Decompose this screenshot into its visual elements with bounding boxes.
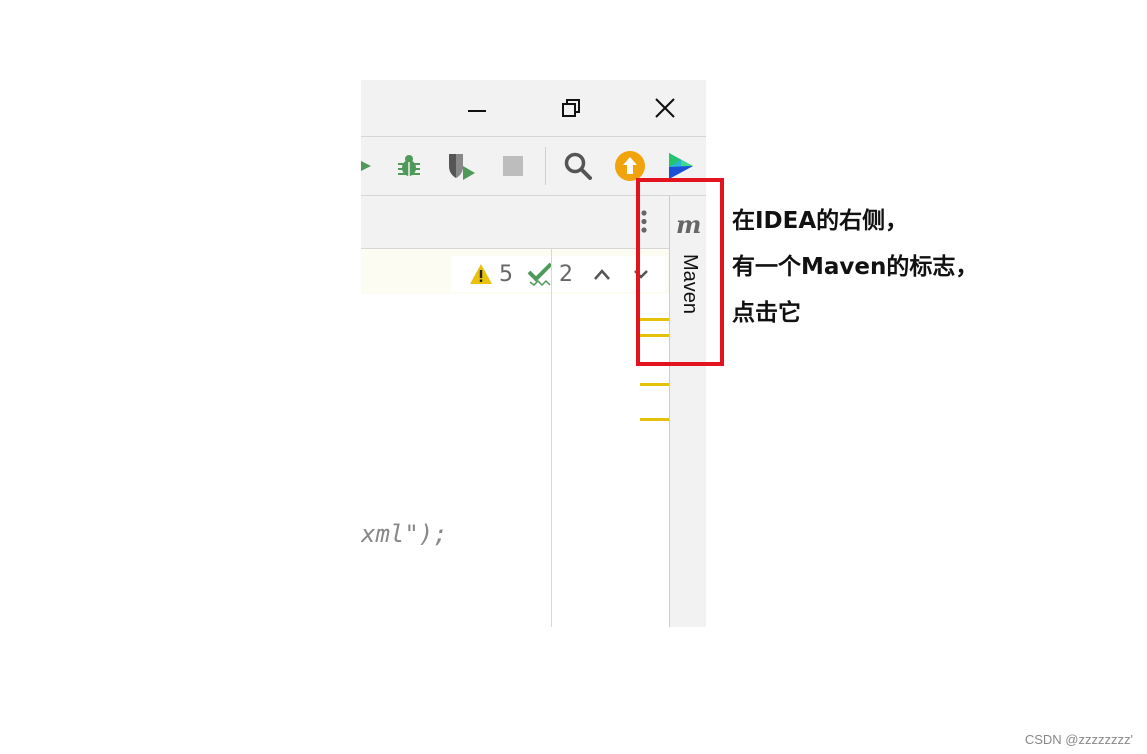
checks-indicator[interactable]: 2 [527,262,573,287]
warning-stripe[interactable] [640,383,669,386]
coverage-icon [449,154,475,180]
warning-icon [470,264,492,284]
minimize-icon [468,110,486,112]
editor-tab-bar [361,196,669,249]
run-button[interactable] [361,150,381,182]
annotation-line: 在IDEA的右侧， [732,208,909,234]
debug-button[interactable] [393,150,425,182]
highlight-box [636,178,724,366]
restore-button[interactable] [555,94,587,122]
restore-icon [562,99,580,117]
watermark: CSDN @zzzzzzzz' [1024,732,1133,747]
close-button[interactable] [649,94,681,122]
inspections-widget[interactable]: 5 2 [451,256,665,292]
stop-icon [503,156,523,176]
minimize-button[interactable] [461,94,493,122]
title-bar [361,80,706,137]
annotation-text: 在IDEA的右侧， 有一个Maven的标志， 点击它 [732,198,978,336]
checks-count: 2 [559,261,573,287]
warning-stripe[interactable] [640,418,669,421]
previous-highlight-button[interactable] [593,267,611,281]
close-icon [655,98,675,118]
search-icon [564,152,592,180]
chevron-up-icon [594,269,610,280]
code-line[interactable]: xml"); [361,520,448,548]
search-everywhere-button[interactable] [562,150,594,182]
toolbar-separator [545,147,546,185]
annotation-line: 点击它 [732,300,801,326]
annotation-line: 有一个Maven的标志， [732,254,979,280]
warnings-indicator[interactable]: 5 [469,262,513,287]
run-icon [361,161,371,171]
debug-icon [398,155,420,176]
check-icon [527,262,553,286]
stop-button[interactable] [497,150,529,182]
toolbox-icon [669,153,693,179]
run-with-coverage-button[interactable] [445,150,477,182]
right-margin-guide [551,249,552,627]
warnings-count: 5 [499,261,513,287]
